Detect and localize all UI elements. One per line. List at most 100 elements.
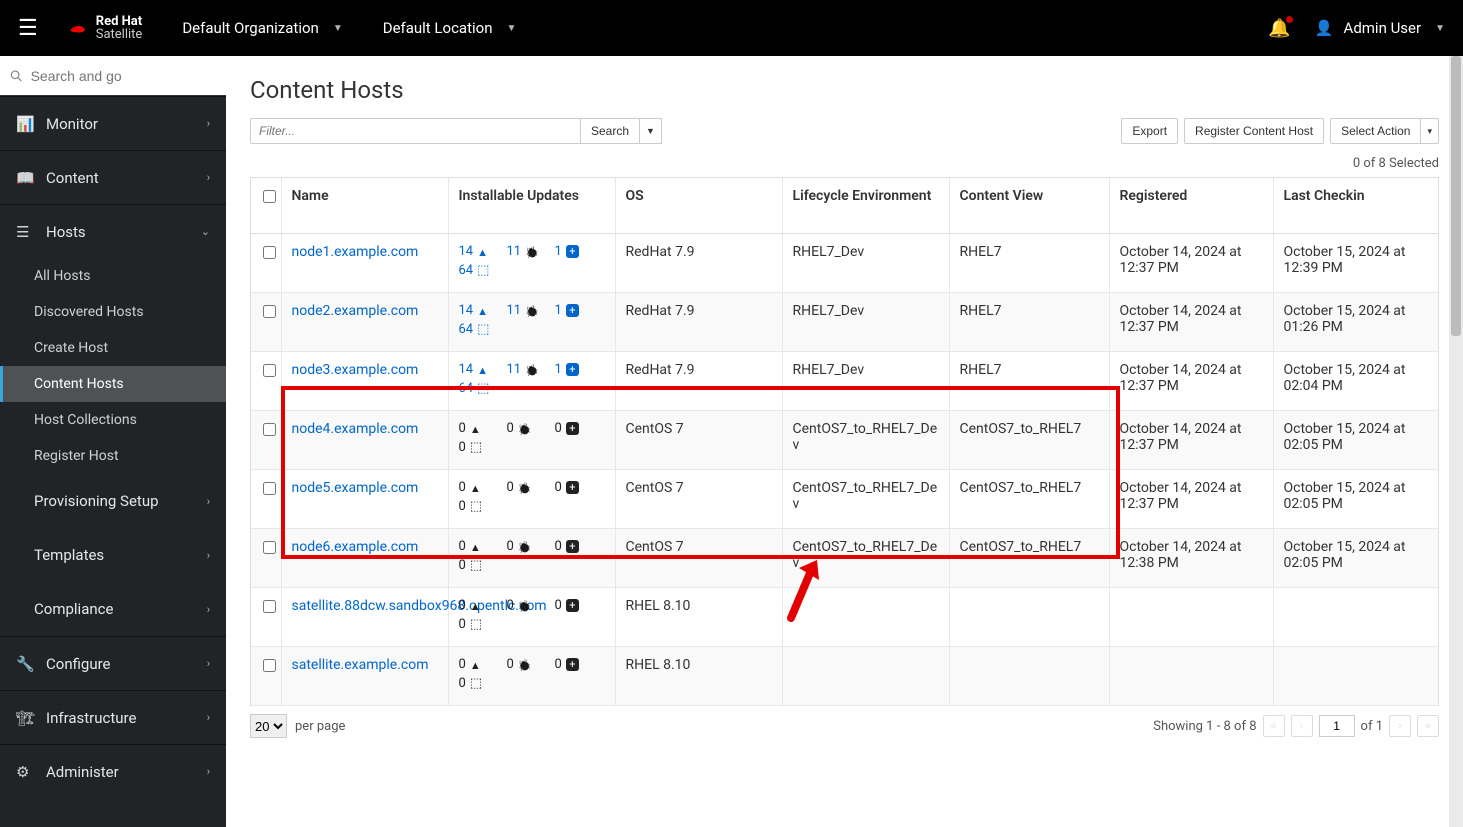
sidebar-subitem-register-host[interactable]: Register Host	[0, 438, 226, 474]
row-checkbox[interactable]	[263, 305, 276, 318]
row-checkbox[interactable]	[263, 364, 276, 377]
hamburger-icon[interactable]: ☰	[18, 16, 38, 41]
security-updates[interactable]: 0	[459, 539, 507, 554]
th-updates[interactable]: Installable Updates	[448, 178, 615, 234]
row-checkbox[interactable]	[263, 659, 276, 672]
row-checkbox[interactable]	[263, 482, 276, 495]
row-checkbox[interactable]	[263, 423, 276, 436]
enhancement-updates[interactable]: 0 +	[555, 657, 603, 672]
sidebar-item-provisioning-setup[interactable]: Provisioning Setup›	[0, 474, 226, 528]
enhancement-updates[interactable]: 1 +	[555, 303, 603, 318]
th-os[interactable]: OS	[615, 178, 782, 234]
sidebar-item-infrastructure[interactable]: 🏗Infrastructure›	[0, 690, 226, 744]
row-checkbox[interactable]	[263, 541, 276, 554]
security-updates[interactable]: 0	[459, 598, 507, 613]
search-button[interactable]: Search	[580, 118, 640, 144]
cell-os: RedHat 7.9	[615, 293, 782, 352]
package-updates[interactable]: 64	[459, 322, 605, 337]
prev-page-button[interactable]: ‹	[1291, 715, 1313, 737]
host-link[interactable]: node5.example.com	[292, 480, 419, 496]
export-button[interactable]: Export	[1121, 118, 1178, 144]
enhancement-updates[interactable]: 0 +	[555, 421, 603, 436]
sidebar-subitem-content-hosts[interactable]: Content Hosts	[0, 366, 226, 402]
bug-updates[interactable]: 0	[507, 421, 555, 436]
bug-updates[interactable]: 11	[507, 244, 555, 259]
select-all-checkbox[interactable]	[263, 190, 276, 203]
sidebar-item-configure[interactable]: 🔧Configure›	[0, 636, 226, 690]
select-action-button[interactable]: Select Action	[1330, 118, 1421, 144]
sidebar-subitem-discovered-hosts[interactable]: Discovered Hosts	[0, 294, 226, 330]
bug-updates[interactable]: 11	[507, 303, 555, 318]
sidebar-search[interactable]	[0, 56, 226, 96]
first-page-button[interactable]: «	[1263, 715, 1285, 737]
package-updates[interactable]: 0	[459, 499, 605, 514]
sidebar-item-templates[interactable]: Templates›	[0, 528, 226, 582]
security-updates[interactable]: 0	[459, 480, 507, 495]
th-env[interactable]: Lifecycle Environment	[782, 178, 949, 234]
select-action-dropdown[interactable]: ▾	[1421, 118, 1439, 144]
enhancement-updates[interactable]: 1 +	[555, 244, 603, 259]
host-link[interactable]: node1.example.com	[292, 244, 419, 260]
host-link[interactable]: node2.example.com	[292, 303, 419, 319]
bug-updates[interactable]: 0	[507, 480, 555, 495]
brand-line2: Satellite	[96, 28, 143, 41]
package-updates[interactable]: 0	[459, 440, 605, 455]
package-updates[interactable]: 64	[459, 263, 605, 278]
th-reg[interactable]: Registered	[1109, 178, 1273, 234]
th-cv[interactable]: Content View	[949, 178, 1109, 234]
package-updates[interactable]: 0	[459, 676, 605, 691]
enhancement-updates[interactable]: 0 +	[555, 480, 603, 495]
sidebar-item-monitor[interactable]: 📊Monitor›	[0, 96, 226, 150]
package-updates[interactable]: 0	[459, 558, 605, 573]
user-menu[interactable]: 👤 Admin User ▼	[1315, 19, 1445, 37]
page-input[interactable]	[1319, 715, 1355, 737]
topbar: ☰ Red Hat Satellite Default Organization…	[0, 0, 1463, 56]
org-switcher[interactable]: Default Organization ▼	[182, 19, 342, 37]
next-page-button[interactable]: ›	[1389, 715, 1411, 737]
bug-updates[interactable]: 0	[507, 598, 555, 613]
host-link[interactable]: node3.example.com	[292, 362, 419, 378]
sidebar-item-administer[interactable]: ⚙Administer›	[0, 744, 226, 798]
security-updates[interactable]: 14	[459, 303, 507, 318]
security-updates[interactable]: 0	[459, 657, 507, 672]
th-checkin[interactable]: Last Checkin	[1273, 178, 1438, 234]
per-page-select[interactable]: 20	[250, 714, 287, 738]
brand-logo[interactable]: Red Hat Satellite	[66, 15, 143, 41]
sidebar-subitem-create-host[interactable]: Create Host	[0, 330, 226, 366]
row-checkbox[interactable]	[263, 600, 276, 613]
table-row: node6.example.com 0 0 0 + 0 CentOS 7 Cen…	[251, 529, 1438, 588]
package-updates[interactable]: 0	[459, 617, 605, 632]
search-dropdown[interactable]: ▼	[640, 118, 662, 144]
last-page-button[interactable]: »	[1417, 715, 1439, 737]
sidebar-search-input[interactable]	[31, 68, 216, 84]
package-icon	[470, 499, 482, 514]
notifications-icon[interactable]: 🔔	[1268, 18, 1290, 39]
security-updates[interactable]: 14	[459, 244, 507, 259]
register-content-host-button[interactable]: Register Content Host	[1184, 118, 1324, 144]
enhancement-updates[interactable]: 0 +	[555, 598, 603, 613]
cell-cv: RHEL7	[949, 234, 1109, 293]
sidebar-item-hosts[interactable]: ☰Hosts⌄	[0, 204, 226, 258]
package-updates[interactable]: 64	[459, 381, 605, 396]
bug-updates[interactable]: 0	[507, 539, 555, 554]
security-updates[interactable]: 14	[459, 362, 507, 377]
host-link[interactable]: node4.example.com	[292, 421, 419, 437]
bug-updates[interactable]: 11	[507, 362, 555, 377]
server-icon: ☰	[16, 223, 34, 241]
cell-env: CentOS7_to_RHEL7_Dev	[782, 470, 949, 529]
enhancement-updates[interactable]: 0 +	[555, 539, 603, 554]
row-checkbox[interactable]	[263, 246, 276, 259]
th-name[interactable]: Name	[281, 178, 448, 234]
sidebar-subitem-all-hosts[interactable]: All Hosts	[0, 258, 226, 294]
host-link[interactable]: satellite.example.com	[292, 657, 429, 673]
security-updates[interactable]: 0	[459, 421, 507, 436]
filter-input[interactable]	[250, 118, 580, 144]
location-switcher[interactable]: Default Location ▼	[383, 19, 517, 37]
host-link[interactable]: node6.example.com	[292, 539, 419, 555]
sidebar-item-compliance[interactable]: Compliance›	[0, 582, 226, 636]
enhancement-updates[interactable]: 1 +	[555, 362, 603, 377]
sidebar-item-content[interactable]: 📖Content›	[0, 150, 226, 204]
bug-updates[interactable]: 0	[507, 657, 555, 672]
scrollbar[interactable]	[1449, 56, 1463, 827]
sidebar-subitem-host-collections[interactable]: Host Collections	[0, 402, 226, 438]
